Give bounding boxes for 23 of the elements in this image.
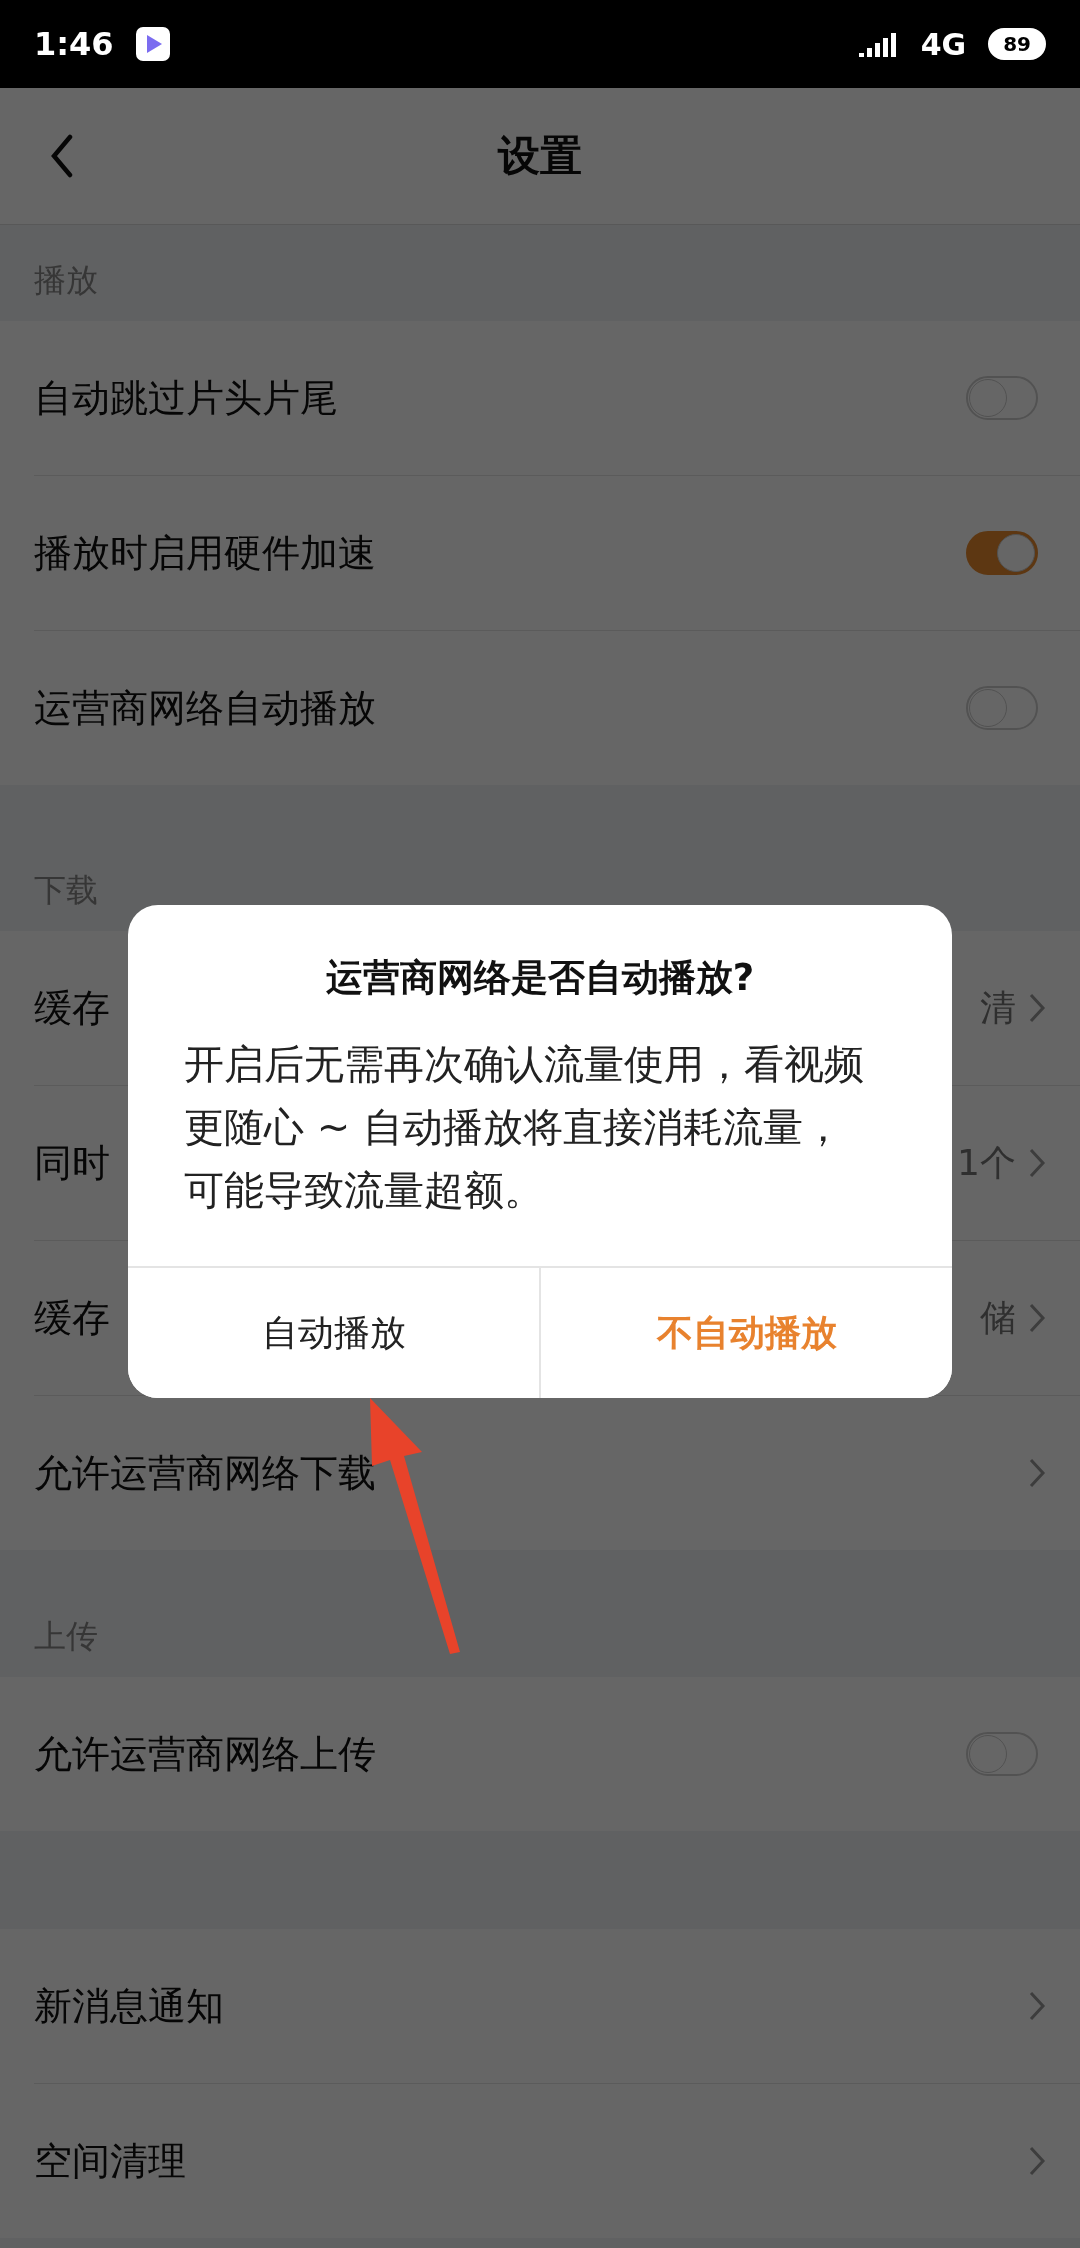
dialog-title: 运营商网络是否自动播放? <box>324 955 756 1001</box>
network-type: 4G <box>920 26 967 62</box>
dialog-message: 开启后无需再次确认流量使用，看视频更随心 ~ 自动播放将直接消耗流量，可能导致流量超额。 <box>183 1040 865 1215</box>
chevron-right-icon <box>1028 1147 1046 1179</box>
dialog-button[interactable]: 不自动播放 <box>539 1268 952 1398</box>
setting-label[interactable]: 自动跳过片头片尾 <box>34 372 966 424</box>
toggle-switch[interactable] <box>966 531 1038 575</box>
signal-icon <box>858 31 899 57</box>
setting-label[interactable]: 播放时启用硬件加速 <box>34 527 966 579</box>
setting-label[interactable]: 运营商网络自动播放 <box>34 682 966 734</box>
battery-level: 89 <box>988 28 1046 60</box>
setting-label[interactable]: 新消息通知 <box>34 1980 1028 2032</box>
chevron-right-icon <box>1028 1457 1046 1489</box>
page-title: 设置 <box>498 130 582 182</box>
setting-label[interactable]: 空间清理 <box>34 2135 1028 2187</box>
setting-label[interactable]: 允许运营商网络下载 <box>34 1447 1028 1499</box>
app-play-icon <box>135 27 170 61</box>
chevron-right-icon <box>1028 1302 1046 1334</box>
back-icon[interactable] <box>50 134 74 178</box>
chevron-right-icon <box>1028 1990 1046 2022</box>
chevron-right-icon <box>1028 992 1046 1024</box>
chevron-right-icon <box>1028 2145 1046 2177</box>
status-time: 1:46 <box>34 25 114 63</box>
